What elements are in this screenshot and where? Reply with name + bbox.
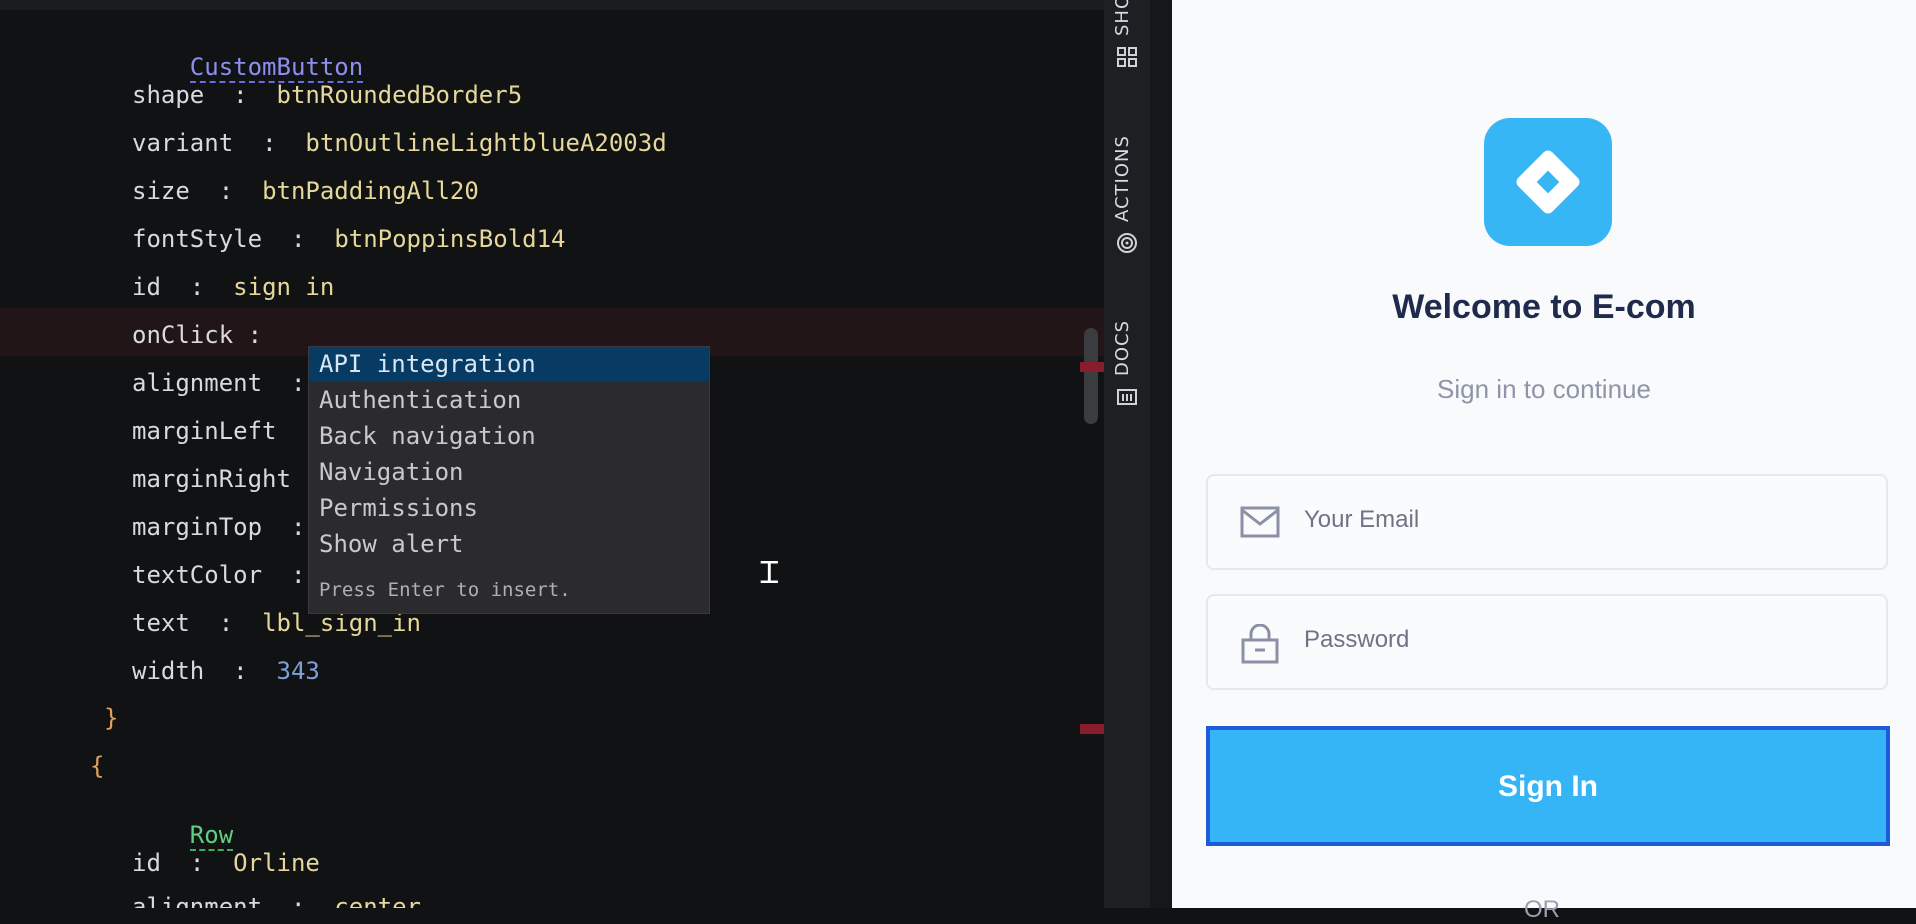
prop-line[interactable]: id : Orline: [132, 848, 320, 878]
mail-icon: [1240, 504, 1280, 540]
prop-value: btnPaddingAll20: [262, 177, 479, 205]
side-strip: [1150, 0, 1172, 908]
autocomplete-item[interactable]: API integration: [309, 347, 709, 381]
prop-value: center: [334, 893, 422, 908]
scrollbar-thumb[interactable]: [1084, 328, 1098, 424]
error-marker: [1080, 362, 1104, 372]
prop-key: onClick: [132, 321, 234, 349]
row-component-name[interactable]: Row: [189, 821, 234, 851]
prop-line[interactable]: textColor :: [132, 560, 305, 590]
prop-key: size: [132, 177, 190, 205]
sign-in-label: Sign In: [1498, 770, 1598, 803]
separator: :: [290, 225, 306, 253]
tab-sho[interactable]: SHO: [1112, 0, 1142, 36]
password-field[interactable]: Password: [1206, 594, 1888, 690]
prop-line[interactable]: fontStyle : btnPoppinsBold14: [132, 224, 566, 254]
prop-key: textColor: [132, 561, 263, 589]
autocomplete-item[interactable]: Authentication: [309, 383, 709, 417]
password-placeholder: Password: [1304, 626, 1410, 653]
separator: :: [189, 273, 205, 301]
prop-key: id: [132, 273, 161, 301]
separator: :: [290, 893, 306, 908]
prop-value: btnPoppinsBold14: [334, 225, 566, 253]
docs-icon[interactable]: [1116, 386, 1138, 408]
editor-topbar: [0, 0, 1104, 10]
or-divider-text: OR: [1524, 896, 1560, 923]
component-name[interactable]: CustomButton: [189, 53, 364, 83]
autocomplete-item[interactable]: Navigation: [309, 455, 709, 489]
error-marker: [1080, 724, 1104, 734]
lock-icon: [1240, 623, 1280, 664]
code-editor[interactable]: CustomButton shape : btnRoundedBorder5 v…: [0, 0, 1104, 908]
autocomplete-item[interactable]: Show alert: [309, 527, 709, 561]
prop-key: width: [132, 657, 205, 685]
sign-in-button[interactable]: Sign In: [1206, 726, 1890, 846]
prop-key: text: [132, 609, 190, 637]
close-brace: }: [104, 704, 119, 732]
prop-line[interactable]: onClick :: [132, 320, 262, 350]
app-logo: [1484, 118, 1612, 246]
diamond-icon: [1514, 148, 1582, 216]
prop-key: marginLeft: [132, 417, 277, 445]
prop-line[interactable]: width : 343: [132, 656, 320, 686]
autocomplete-dropdown[interactable]: API integration Authentication Back navi…: [308, 346, 710, 614]
welcome-title: Welcome to E-com: [1392, 288, 1696, 326]
separator: :: [233, 657, 248, 685]
prop-value: btnRoundedBorder5: [276, 81, 523, 109]
separator: :: [218, 609, 234, 637]
prop-value: Orline: [233, 849, 320, 877]
prop-value: 343: [276, 657, 320, 685]
email-field[interactable]: Your Email: [1206, 474, 1888, 570]
prop-key: variant: [132, 129, 234, 157]
separator: :: [233, 81, 248, 109]
prop-key: marginTop: [132, 513, 263, 541]
separator: :: [290, 369, 306, 397]
separator: :: [218, 177, 234, 205]
separator: :: [290, 561, 306, 589]
open-brace: {: [90, 752, 105, 780]
autocomplete-item[interactable]: Back navigation: [309, 419, 709, 453]
tab-docs[interactable]: DOCS: [1112, 316, 1142, 376]
prop-line[interactable]: size : btnPaddingAll20: [132, 176, 479, 206]
prop-key: marginRight: [132, 465, 291, 493]
prop-key: alignment: [132, 893, 263, 908]
prop-line[interactable]: marginLeft: [132, 416, 277, 446]
text-cursor-icon: Ꮖ: [760, 556, 780, 591]
welcome-subtitle: Sign in to continue: [1437, 374, 1651, 404]
separator: :: [247, 321, 263, 349]
prop-key: fontStyle: [132, 225, 263, 253]
prop-line[interactable]: variant : btnOutlineLightblueA2003d: [132, 128, 667, 158]
grid-icon[interactable]: [1116, 46, 1138, 68]
separator: :: [262, 129, 277, 157]
prop-key: shape: [132, 81, 205, 109]
separator: :: [189, 849, 205, 877]
email-placeholder: Your Email: [1304, 506, 1420, 533]
prop-line[interactable]: alignment : center: [132, 892, 421, 908]
tab-actions[interactable]: ACTIONS: [1112, 130, 1142, 222]
prop-key: alignment: [132, 369, 263, 397]
separator: :: [290, 513, 306, 541]
prop-value: sign in: [233, 273, 335, 301]
target-icon[interactable]: [1116, 232, 1138, 254]
prop-line[interactable]: id : sign in: [132, 272, 334, 302]
prop-value: btnOutlineLightblueA2003d: [305, 129, 667, 157]
prop-line[interactable]: shape : btnRoundedBorder5: [132, 80, 522, 110]
prop-line[interactable]: marginRight: [132, 464, 291, 494]
autocomplete-hint: Press Enter to insert.: [319, 579, 571, 601]
autocomplete-item[interactable]: Permissions: [309, 491, 709, 525]
prop-key: id: [132, 849, 161, 877]
prop-line[interactable]: marginTop :: [132, 512, 305, 542]
prop-line[interactable]: alignment :: [132, 368, 305, 398]
